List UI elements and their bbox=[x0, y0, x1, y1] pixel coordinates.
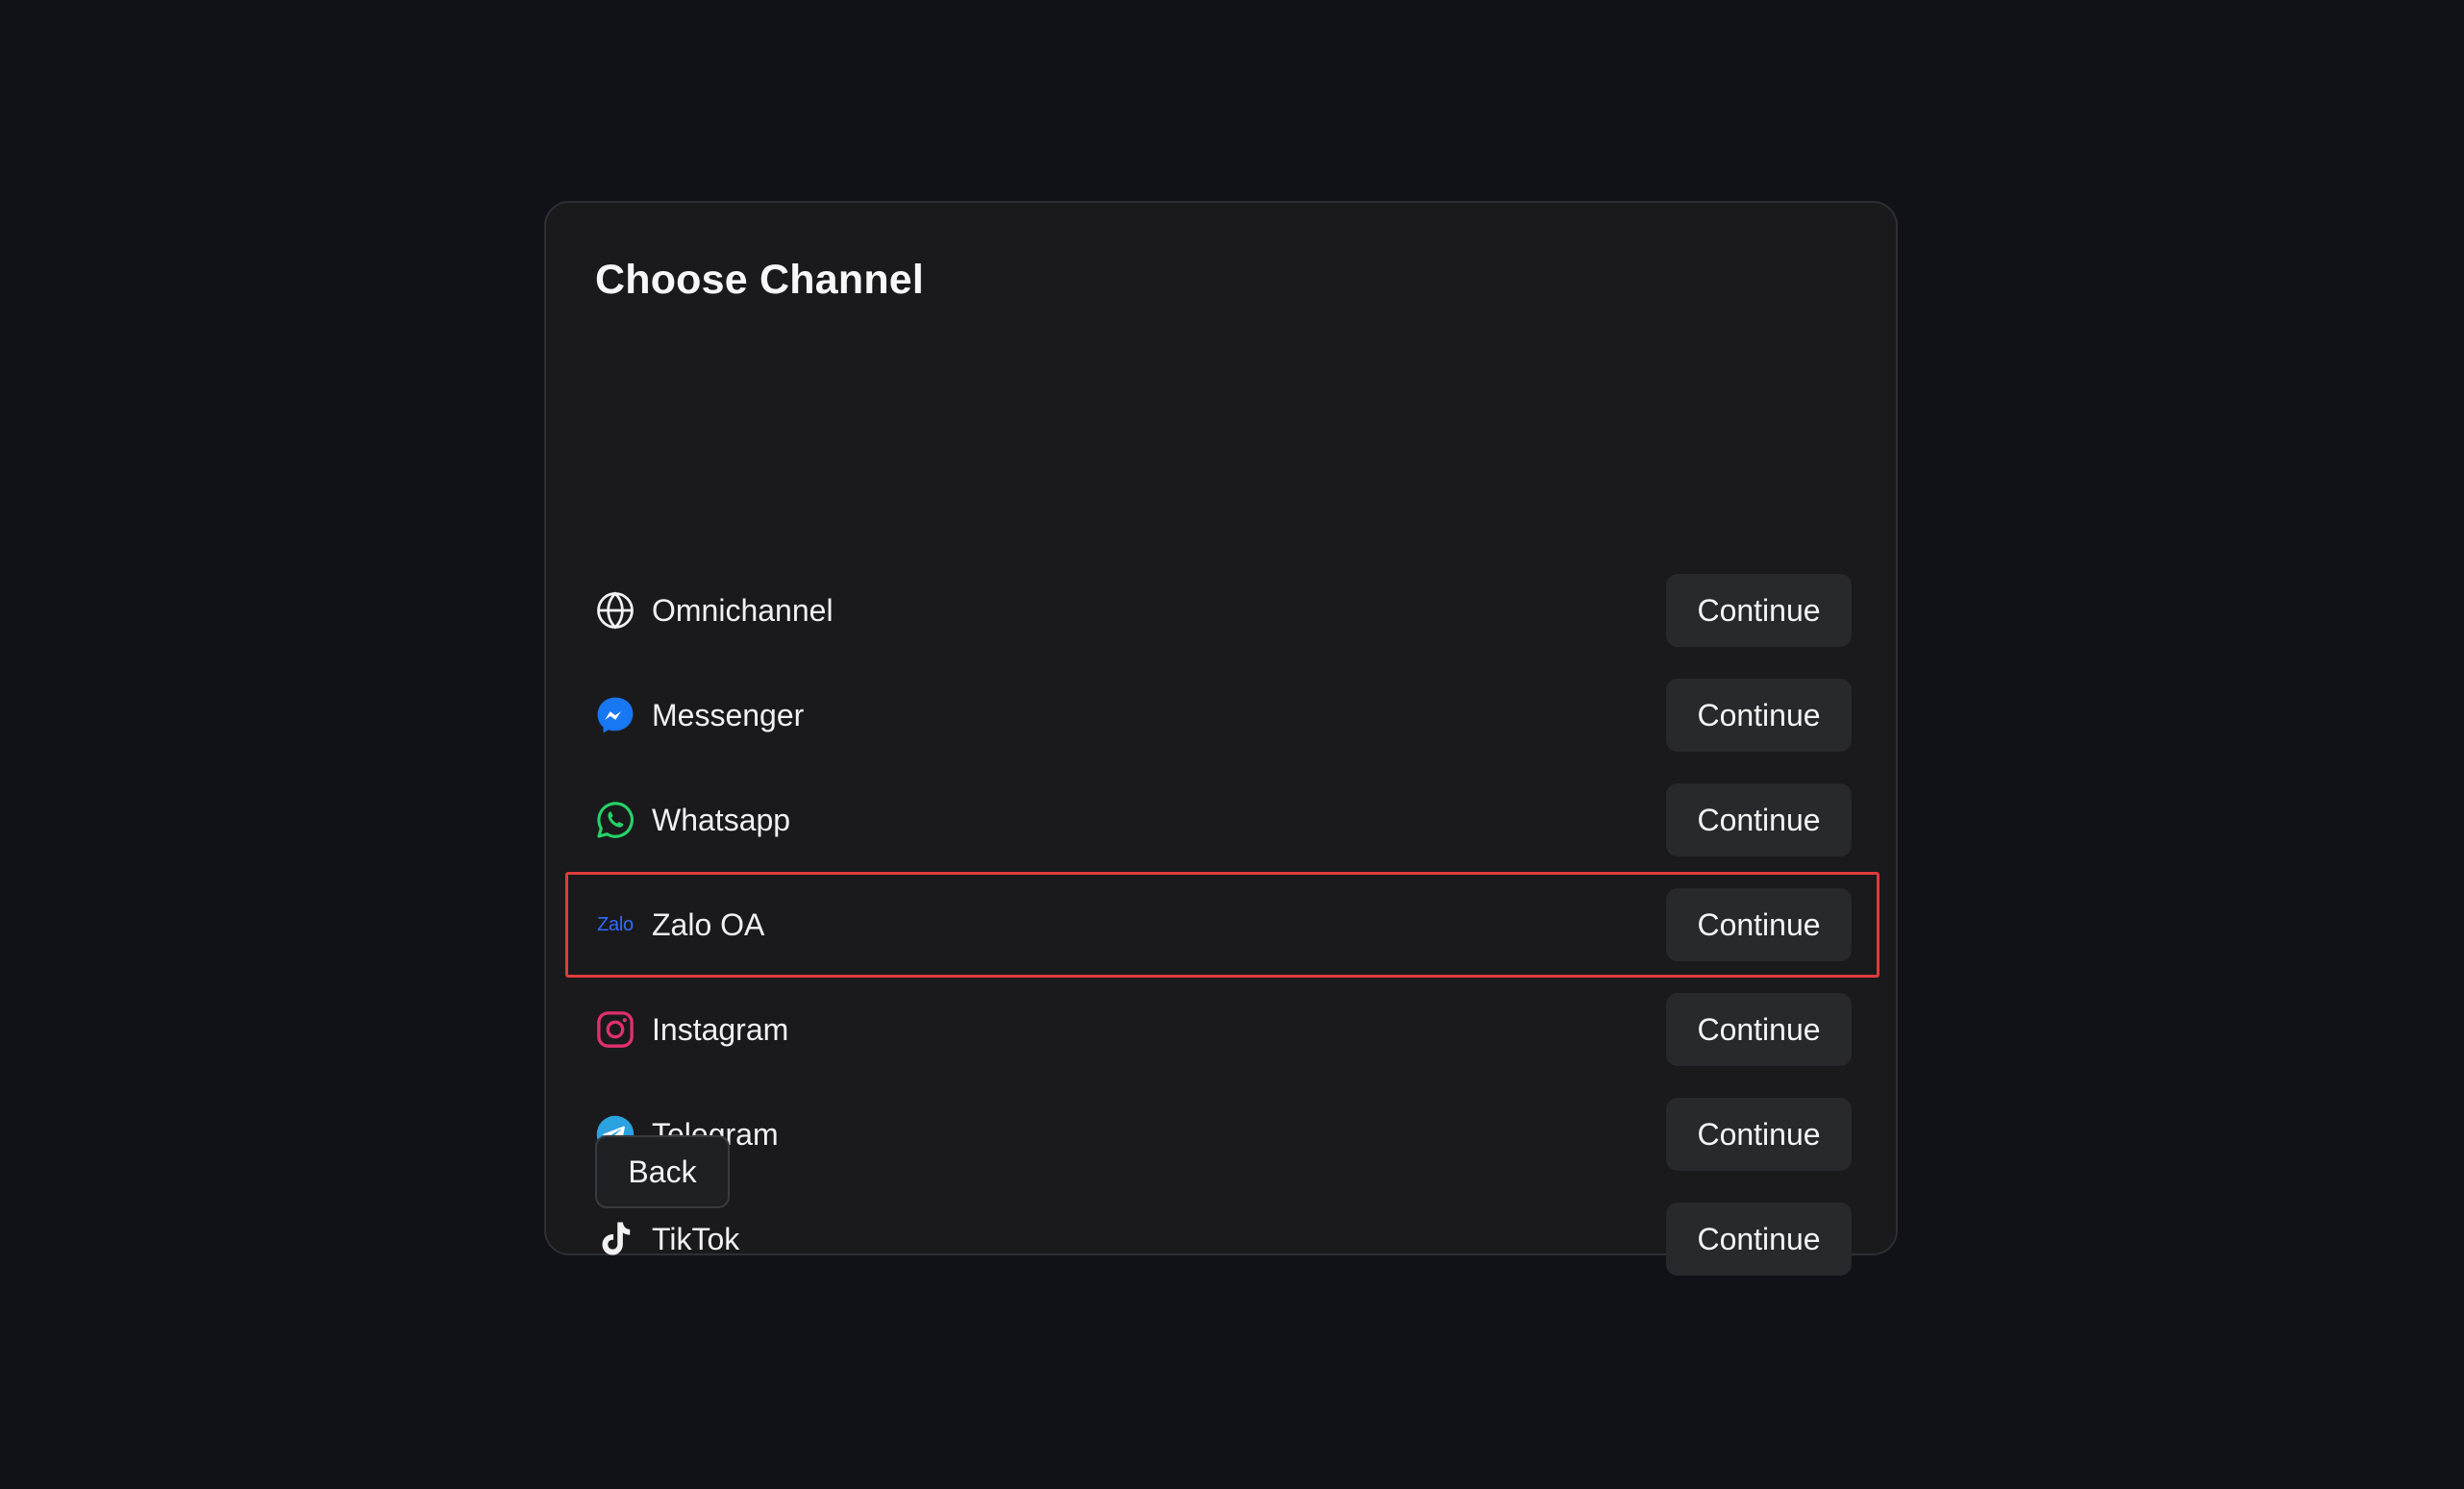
instagram-icon bbox=[595, 1009, 635, 1050]
channel-row-messenger: Messenger Continue bbox=[595, 679, 1852, 752]
continue-button-zalo-oa[interactable]: Continue bbox=[1666, 888, 1852, 961]
channel-row-zalo-oa: Zalo Zalo OA Continue bbox=[565, 872, 1879, 978]
dialog-title: Choose Channel bbox=[595, 257, 925, 303]
continue-button-omnichannel[interactable]: Continue bbox=[1666, 574, 1852, 647]
channel-row-omnichannel: Omnichannel Continue bbox=[595, 574, 1852, 647]
zalo-logo-text: Zalo bbox=[597, 913, 634, 935]
channel-label: Omnichannel bbox=[652, 593, 834, 628]
continue-button-instagram[interactable]: Continue bbox=[1666, 993, 1852, 1066]
channel-row-tiktok: TikTok Continue bbox=[595, 1203, 1852, 1276]
back-button[interactable]: Back bbox=[595, 1135, 730, 1208]
messenger-icon bbox=[595, 695, 635, 735]
continue-button-messenger[interactable]: Continue bbox=[1666, 679, 1852, 752]
channel-label: Messenger bbox=[652, 698, 805, 732]
channel-label: TikTok bbox=[652, 1222, 740, 1256]
channel-row-whatsapp: Whatsapp Continue bbox=[595, 783, 1852, 856]
channel-label: Instagram bbox=[652, 1012, 789, 1047]
continue-button-telegram[interactable]: Continue bbox=[1666, 1098, 1852, 1171]
channel-label: Zalo OA bbox=[652, 907, 765, 942]
channel-row-telegram: Telegram Continue bbox=[595, 1098, 1852, 1171]
globe-icon bbox=[595, 590, 635, 631]
choose-channel-dialog: Choose Channel Omnichannel Continue Mess… bbox=[544, 201, 1898, 1276]
tiktok-icon bbox=[595, 1219, 635, 1259]
channel-label: Whatsapp bbox=[652, 803, 791, 837]
continue-button-whatsapp[interactable]: Continue bbox=[1666, 783, 1852, 856]
zalo-icon: Zalo bbox=[595, 905, 635, 945]
continue-button-tiktok[interactable]: Continue bbox=[1666, 1203, 1852, 1276]
whatsapp-icon bbox=[595, 800, 635, 840]
channel-row-instagram: Instagram Continue bbox=[595, 993, 1852, 1066]
